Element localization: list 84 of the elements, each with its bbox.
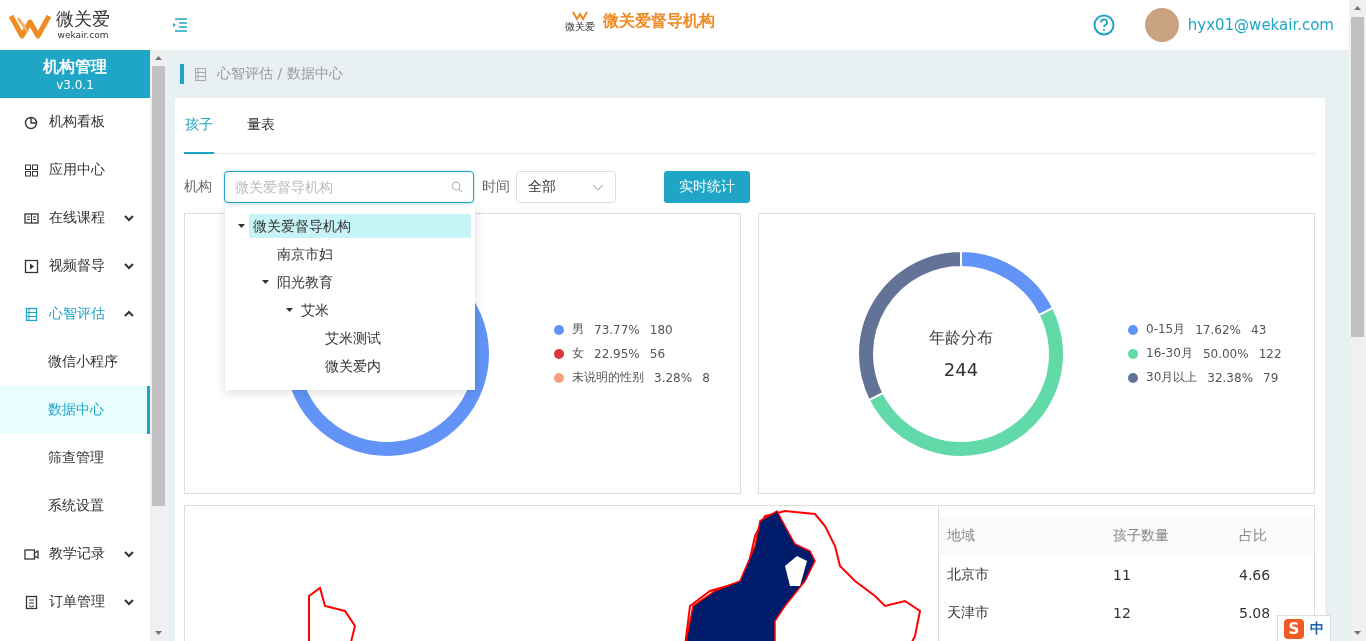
search-field[interactable]: 微关爱督导机构 xyxy=(224,171,474,203)
nav-subitem[interactable]: 筛查管理 xyxy=(0,434,150,482)
legend-percent: 3.28% xyxy=(654,370,693,385)
table-cell: 12 xyxy=(1113,605,1131,621)
legend-count: 56 xyxy=(649,346,666,361)
tree-node[interactable]: 南京市妇 xyxy=(273,242,471,266)
nav-item[interactable]: 视频督导 xyxy=(0,242,150,290)
chevron-down-icon xyxy=(123,548,135,560)
legend-percent: 50.00% xyxy=(1202,346,1249,361)
grid-icon xyxy=(24,162,39,178)
pie-chart-icon xyxy=(24,114,39,130)
legend-label: 未说明的性别 xyxy=(572,369,644,386)
field-label: 机构 xyxy=(184,178,212,196)
legend-count: 122 xyxy=(1258,346,1282,361)
table-cell: 天津市 xyxy=(947,604,989,620)
logo-caption: 微关爱 xyxy=(565,21,595,32)
tree-node[interactable]: 阳光教育 xyxy=(273,270,471,294)
help-icon[interactable] xyxy=(1092,14,1115,36)
sidebar-title: 机构管理 xyxy=(43,55,107,78)
column-header: 地域 xyxy=(939,516,1105,556)
legend-label: 30月以上 xyxy=(1146,369,1198,386)
legend-count: 8 xyxy=(702,370,710,385)
legend-label: 男 xyxy=(572,321,584,338)
ime-mode: 中 xyxy=(1310,620,1324,638)
table-cell: 11 xyxy=(1113,567,1131,583)
chevron-down-icon xyxy=(123,212,135,224)
chevron-down-icon xyxy=(592,182,604,192)
document-icon xyxy=(24,594,39,610)
column-header: 孩子数量 xyxy=(1105,516,1231,556)
nav-item[interactable]: 教学记录 xyxy=(0,530,150,578)
legend-percent: 17.62% xyxy=(1195,322,1241,337)
tree-node[interactable]: 艾米测试 xyxy=(321,326,471,350)
logo-icon xyxy=(572,10,588,21)
legend-label: 0-15月 xyxy=(1146,321,1186,338)
scroll-down-arrow-icon[interactable] xyxy=(154,629,163,637)
table-cell: 5.08 xyxy=(1239,605,1271,621)
legend-percent: 73.77% xyxy=(594,322,640,337)
video-camera-icon xyxy=(24,546,39,562)
menu-collapse-icon[interactable] xyxy=(170,17,188,33)
brand-name: 微关爱 xyxy=(56,9,110,29)
nav-item[interactable]: 机构看板 xyxy=(0,98,150,146)
tree-node[interactable]: 微关爱内 xyxy=(321,354,471,378)
caret-down-icon[interactable] xyxy=(284,305,294,315)
caret-down-icon[interactable] xyxy=(260,277,270,287)
scroll-up-arrow-icon[interactable] xyxy=(1353,4,1362,12)
legend-count: 79 xyxy=(1263,370,1279,385)
table-cell: 4.66 xyxy=(1239,567,1271,583)
chevron-down-icon xyxy=(123,260,135,272)
nav-item[interactable]: 订单管理 xyxy=(0,578,150,626)
legend-percent: 32.38% xyxy=(1207,370,1254,385)
chart-center-title: 年龄分布 xyxy=(929,327,993,349)
play-icon xyxy=(24,258,39,274)
brand-domain: wekair.com xyxy=(57,29,109,41)
legend-label: 16-30月 xyxy=(1146,345,1193,362)
nav-item[interactable]: 在线课程 xyxy=(0,194,150,242)
nav-item[interactable]: 应用中心 xyxy=(0,146,150,194)
ime-indicator[interactable]: S 中 xyxy=(1277,615,1331,641)
column-header: 占比 xyxy=(1231,516,1314,556)
nav-subitem[interactable]: 系统设置 xyxy=(0,482,150,530)
tab[interactable]: 量表 xyxy=(246,98,276,154)
tree-node[interactable]: 微关爱督导机构 xyxy=(249,214,471,238)
field-label: 时间 xyxy=(482,178,510,196)
user-avatar[interactable] xyxy=(1144,8,1179,42)
search-icon xyxy=(451,181,463,193)
version-label: v3.0.1 xyxy=(56,77,94,93)
scroll-down-arrow-icon[interactable] xyxy=(1353,629,1362,637)
scroll-up-arrow-icon[interactable] xyxy=(154,54,163,62)
list-icon xyxy=(194,66,207,82)
app-title: 微关爱督导机构 xyxy=(603,10,715,32)
caret-down-icon[interactable] xyxy=(236,221,246,231)
nav-subitem[interactable]: 微信小程序 xyxy=(0,338,150,386)
ime-logo: S xyxy=(1284,619,1304,639)
time-select[interactable]: 全部 xyxy=(516,171,616,203)
breadcrumb: 心智评估 / 数据中心 xyxy=(217,65,343,83)
chart-center-value: 244 xyxy=(943,358,979,380)
list-icon xyxy=(24,306,39,322)
legend-percent: 22.95% xyxy=(594,346,640,361)
chevron-down-icon xyxy=(123,596,135,608)
legend-count: 180 xyxy=(649,322,673,337)
legend-count: 43 xyxy=(1251,322,1267,337)
legend-label: 女 xyxy=(572,345,584,362)
tree-node[interactable]: 艾米 xyxy=(297,298,471,322)
book-icon xyxy=(24,210,39,226)
table-cell: 北京市 xyxy=(947,566,989,582)
